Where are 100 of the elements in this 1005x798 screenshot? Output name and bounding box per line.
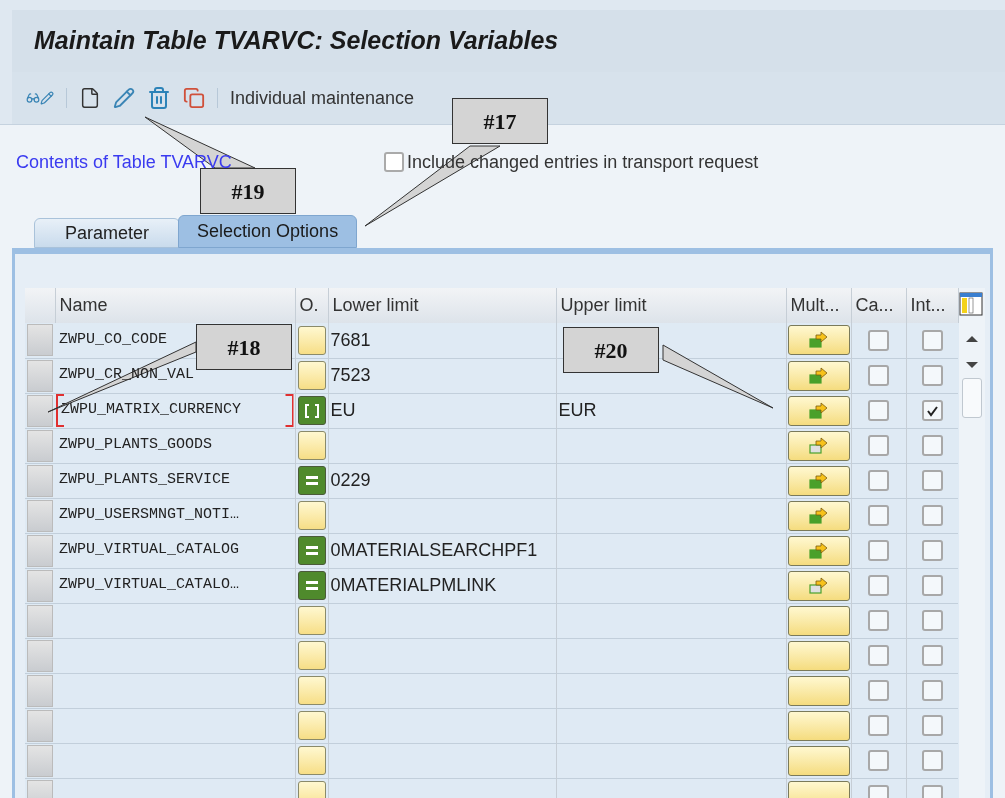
transport-checkbox[interactable] — [384, 152, 404, 172]
option-button[interactable] — [297, 641, 326, 670]
checkbox[interactable] — [921, 400, 943, 421]
checkbox[interactable] — [868, 400, 889, 421]
callout-label: #20 — [563, 327, 659, 373]
row-selector[interactable] — [27, 429, 53, 462]
column-header[interactable]: Name — [55, 288, 295, 323]
checkbox[interactable] — [868, 435, 889, 456]
scrollbar-thumb[interactable] — [961, 378, 982, 418]
arrow-into-folder-icon — [808, 401, 829, 420]
display-change-icon[interactable] — [26, 91, 54, 105]
row-selector[interactable] — [27, 534, 53, 567]
multiple-selection-button[interactable] — [787, 430, 850, 461]
option-button[interactable] — [297, 606, 326, 635]
option-button[interactable] — [297, 431, 326, 460]
option-button[interactable] — [297, 676, 326, 705]
multiple-selection-button[interactable] — [787, 360, 850, 391]
checkbox[interactable] — [868, 329, 889, 351]
variable-name: ZWPU_VIRTUAL_CATALOG — [59, 540, 240, 561]
row-selector[interactable] — [27, 359, 53, 392]
checkbox[interactable] — [868, 575, 889, 596]
multiple-selection-button[interactable] — [787, 465, 850, 496]
column-header[interactable]: O. — [295, 288, 328, 323]
checkbox[interactable] — [921, 680, 943, 701]
checkbox[interactable] — [921, 470, 943, 491]
multiple-selection-button[interactable] — [787, 640, 850, 671]
equals-icon — [305, 546, 318, 555]
multiple-selection-button[interactable] — [787, 745, 850, 776]
arrow-into-folder-icon — [808, 366, 829, 385]
checkmark-icon — [925, 404, 939, 417]
multiple-selection-button[interactable] — [787, 570, 850, 601]
option-button[interactable] — [297, 361, 326, 390]
option-button[interactable] — [297, 711, 326, 740]
arrow-into-folder-icon — [808, 576, 829, 595]
row-selector[interactable] — [27, 709, 53, 742]
arrow-into-folder-icon — [808, 436, 829, 455]
row-selector[interactable] — [27, 324, 53, 357]
option-button[interactable] — [297, 325, 326, 355]
checkbox[interactable] — [868, 610, 889, 631]
checkbox[interactable] — [921, 329, 943, 351]
checkbox[interactable] — [868, 680, 889, 701]
checkbox[interactable] — [921, 540, 943, 561]
window-title: Maintain Table TVARVC: Selection Variables — [34, 25, 559, 57]
row-selector[interactable] — [27, 394, 53, 427]
lower-limit-value: 7523 — [330, 365, 371, 385]
checkbox[interactable] — [868, 365, 889, 386]
column-settings-icon[interactable] — [958, 292, 983, 316]
multiple-selection-button[interactable] — [787, 395, 850, 426]
lower-limit-value: 0MATERIALPMLINK — [330, 575, 497, 595]
checkbox[interactable] — [868, 750, 889, 771]
copy-icon[interactable] — [183, 87, 205, 109]
row-selector[interactable] — [27, 639, 53, 672]
multiple-selection-button[interactable] — [787, 605, 850, 636]
column-header[interactable]: Ca... — [851, 288, 906, 323]
multiple-selection-button[interactable] — [787, 535, 850, 566]
new-document-icon[interactable] — [79, 87, 101, 109]
checkbox[interactable] — [868, 505, 889, 526]
lower-limit-value: 0MATERIALSEARCHPF1 — [330, 540, 538, 560]
tab[interactable]: Selection Options — [178, 215, 358, 248]
individual-maintenance-button[interactable]: Individual maintenance — [230, 84, 415, 112]
callout-label: #17 — [452, 98, 548, 144]
column-header[interactable]: Int... — [906, 288, 958, 323]
option-button[interactable] — [297, 571, 326, 600]
variable-name: ZWPU_PLANTS_SERVICE — [59, 470, 231, 491]
option-button[interactable] — [297, 396, 326, 425]
variable-name: ZWPU_CO_CODE — [59, 330, 168, 350]
variable-name: ZWPU_MATRIX_CURRENCY — [61, 400, 242, 421]
checkbox[interactable] — [921, 750, 943, 771]
checkbox[interactable] — [921, 505, 943, 526]
checkbox[interactable] — [921, 715, 943, 736]
tab[interactable]: Parameter — [34, 218, 181, 248]
option-button[interactable] — [297, 466, 326, 495]
checkbox[interactable] — [868, 540, 889, 561]
row-selector[interactable] — [27, 674, 53, 707]
checkbox[interactable] — [868, 645, 889, 666]
checkbox[interactable] — [868, 715, 889, 736]
multiple-selection-button[interactable] — [787, 710, 850, 741]
multiple-selection-button[interactable] — [787, 675, 850, 706]
option-button[interactable] — [297, 746, 326, 775]
lower-limit-value: EU — [330, 400, 356, 420]
row-selector[interactable] — [27, 569, 53, 602]
multiple-selection-button[interactable] — [787, 500, 850, 531]
checkbox[interactable] — [921, 435, 943, 456]
row-selector[interactable] — [27, 744, 53, 777]
option-button[interactable] — [297, 501, 326, 530]
column-header[interactable]: Upper limit — [556, 288, 786, 323]
checkbox[interactable] — [921, 645, 943, 666]
checkbox[interactable] — [921, 575, 943, 596]
checkbox[interactable] — [921, 610, 943, 631]
column-header[interactable]: Mult... — [786, 288, 851, 323]
checkbox[interactable] — [868, 470, 889, 491]
column-header[interactable]: Lower limit — [328, 288, 556, 323]
row-selector[interactable] — [27, 604, 53, 637]
delete-icon[interactable] — [147, 86, 171, 110]
row-selector[interactable] — [27, 499, 53, 532]
row-selector[interactable] — [27, 464, 53, 497]
checkbox[interactable] — [921, 365, 943, 386]
option-button[interactable] — [297, 536, 326, 565]
multiple-selection-button[interactable] — [787, 325, 850, 356]
edit-icon[interactable] — [113, 87, 135, 109]
